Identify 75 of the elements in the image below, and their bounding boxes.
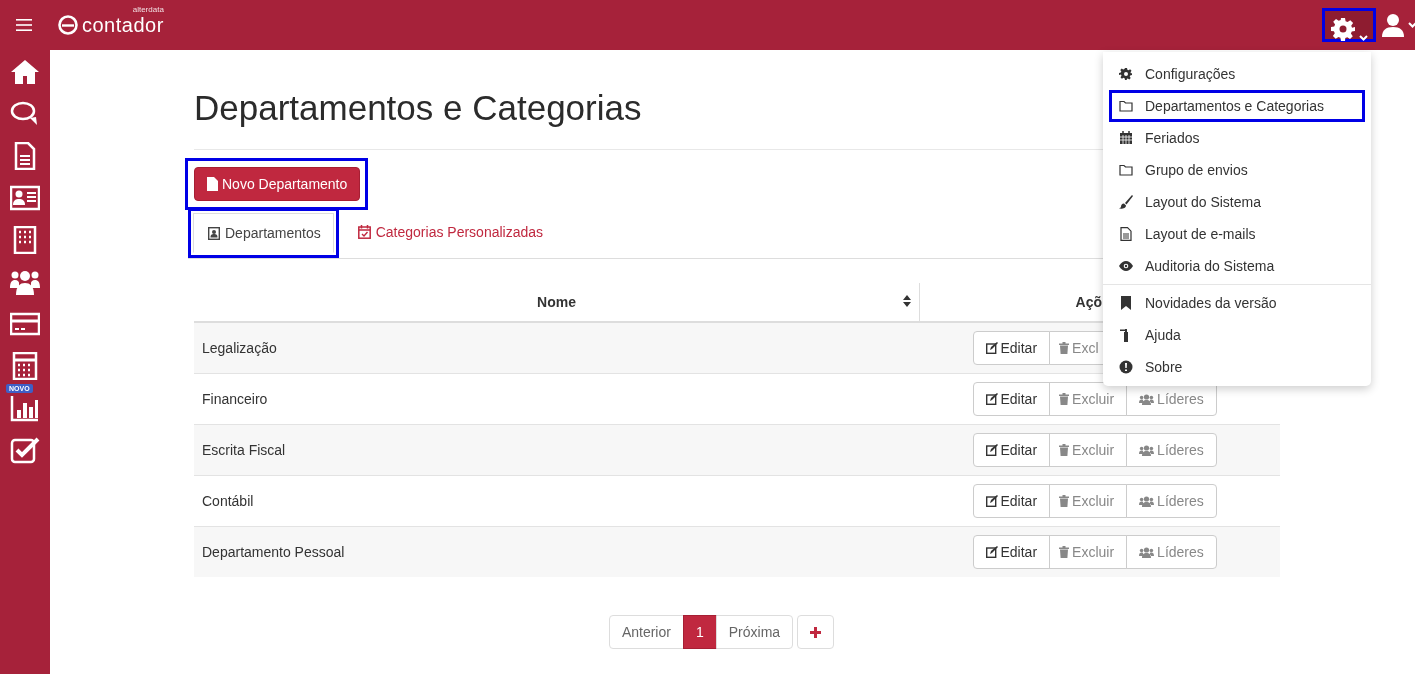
user-icon (1382, 13, 1404, 37)
edit-icon (985, 495, 998, 507)
leaders-button[interactable]: Líderes (1126, 535, 1217, 569)
trash-icon (1059, 342, 1070, 354)
contact-card-icon (208, 226, 220, 240)
edit-button[interactable]: Editar (972, 535, 1051, 569)
menu-item[interactable]: Feriados (1112, 125, 1207, 151)
id-card-icon[interactable] (10, 184, 40, 212)
trash-icon (1059, 546, 1070, 558)
users-icon (1139, 444, 1155, 456)
chevron-icon (1359, 35, 1368, 41)
delete-button[interactable]: Excluir (1049, 535, 1128, 569)
delete-button[interactable]: Excluir (1049, 433, 1128, 467)
add-button[interactable] (797, 615, 835, 649)
file-icon (207, 177, 218, 191)
alert-icon (1119, 360, 1133, 374)
tab[interactable]: Departamentos (193, 213, 334, 253)
edit-icon (985, 342, 998, 354)
table-cell: Escrita Fiscal (194, 424, 920, 476)
table-cell: Legalização (194, 322, 920, 374)
plus-icon (810, 626, 822, 638)
logo-icon (58, 15, 78, 35)
brand-name: contador (82, 13, 164, 37)
users-icon (1139, 546, 1155, 558)
calendar-check-icon (357, 225, 371, 239)
edit-button[interactable]: Editar (972, 433, 1051, 467)
home-icon[interactable] (10, 58, 40, 86)
delete-button[interactable]: Excluir (1049, 382, 1128, 416)
trash-icon (1059, 444, 1070, 456)
user-button[interactable] (1382, 13, 1415, 37)
gear-icon (1119, 67, 1133, 81)
previous-page-button[interactable]: Anterior (608, 615, 684, 649)
chevron-icon (1408, 22, 1415, 28)
menu-item[interactable]: Layout de e-mails (1112, 221, 1263, 247)
menu-item[interactable]: Sobre (1112, 354, 1190, 380)
calendar-icon (1119, 131, 1133, 145)
brand-caption: alterdata (132, 4, 164, 14)
page-title: Departamentos e Categorias (194, 88, 642, 129)
checkbox-icon[interactable] (10, 436, 40, 464)
edit-icon (985, 546, 998, 558)
folder-icon (1119, 163, 1133, 177)
bar-chart-icon[interactable] (10, 394, 40, 422)
brush-icon (1119, 195, 1133, 209)
trash-icon (1059, 393, 1070, 405)
delete-button[interactable]: Excluir (1049, 484, 1128, 518)
menu-item[interactable]: Departamentos e Categorias (1112, 93, 1331, 119)
next-page-button[interactable]: Próxima (715, 615, 794, 649)
users-icon (1139, 393, 1155, 405)
bookmark-icon (1119, 296, 1133, 310)
table-cell: Departamento Pessoal (194, 526, 920, 577)
leaders-button[interactable]: Líderes (1126, 484, 1217, 518)
trash-icon (1059, 495, 1070, 507)
calculator-icon[interactable] (10, 352, 40, 380)
settings-button[interactable] (1322, 8, 1376, 42)
new-department-button[interactable]: Novo Departamento (194, 167, 361, 201)
users-icon[interactable] (10, 268, 40, 296)
users-icon (1139, 495, 1155, 507)
edit-button[interactable]: Editar (972, 382, 1051, 416)
menu-icon[interactable] (16, 19, 32, 31)
page-button[interactable]: 1 (682, 615, 717, 649)
menu-item[interactable]: Ajuda (1112, 322, 1188, 348)
folder-icon (1119, 99, 1133, 113)
eye-icon (1119, 259, 1133, 273)
menu-item[interactable]: Grupo de envios (1112, 157, 1255, 183)
menu-item[interactable]: Auditoria do Sistema (1112, 253, 1282, 279)
edit-button[interactable]: Editar (972, 484, 1051, 518)
edit-icon (985, 444, 998, 456)
edit-icon (985, 393, 998, 405)
card-icon[interactable] (10, 310, 40, 338)
file-icon (1119, 227, 1133, 241)
settings-icon (1331, 17, 1356, 41)
menu-item[interactable]: Layout do Sistema (1112, 189, 1268, 215)
edit-button[interactable]: Editar (972, 331, 1051, 365)
menu-item[interactable]: Configurações (1112, 61, 1243, 87)
leaders-button[interactable]: Líderes (1126, 433, 1217, 467)
